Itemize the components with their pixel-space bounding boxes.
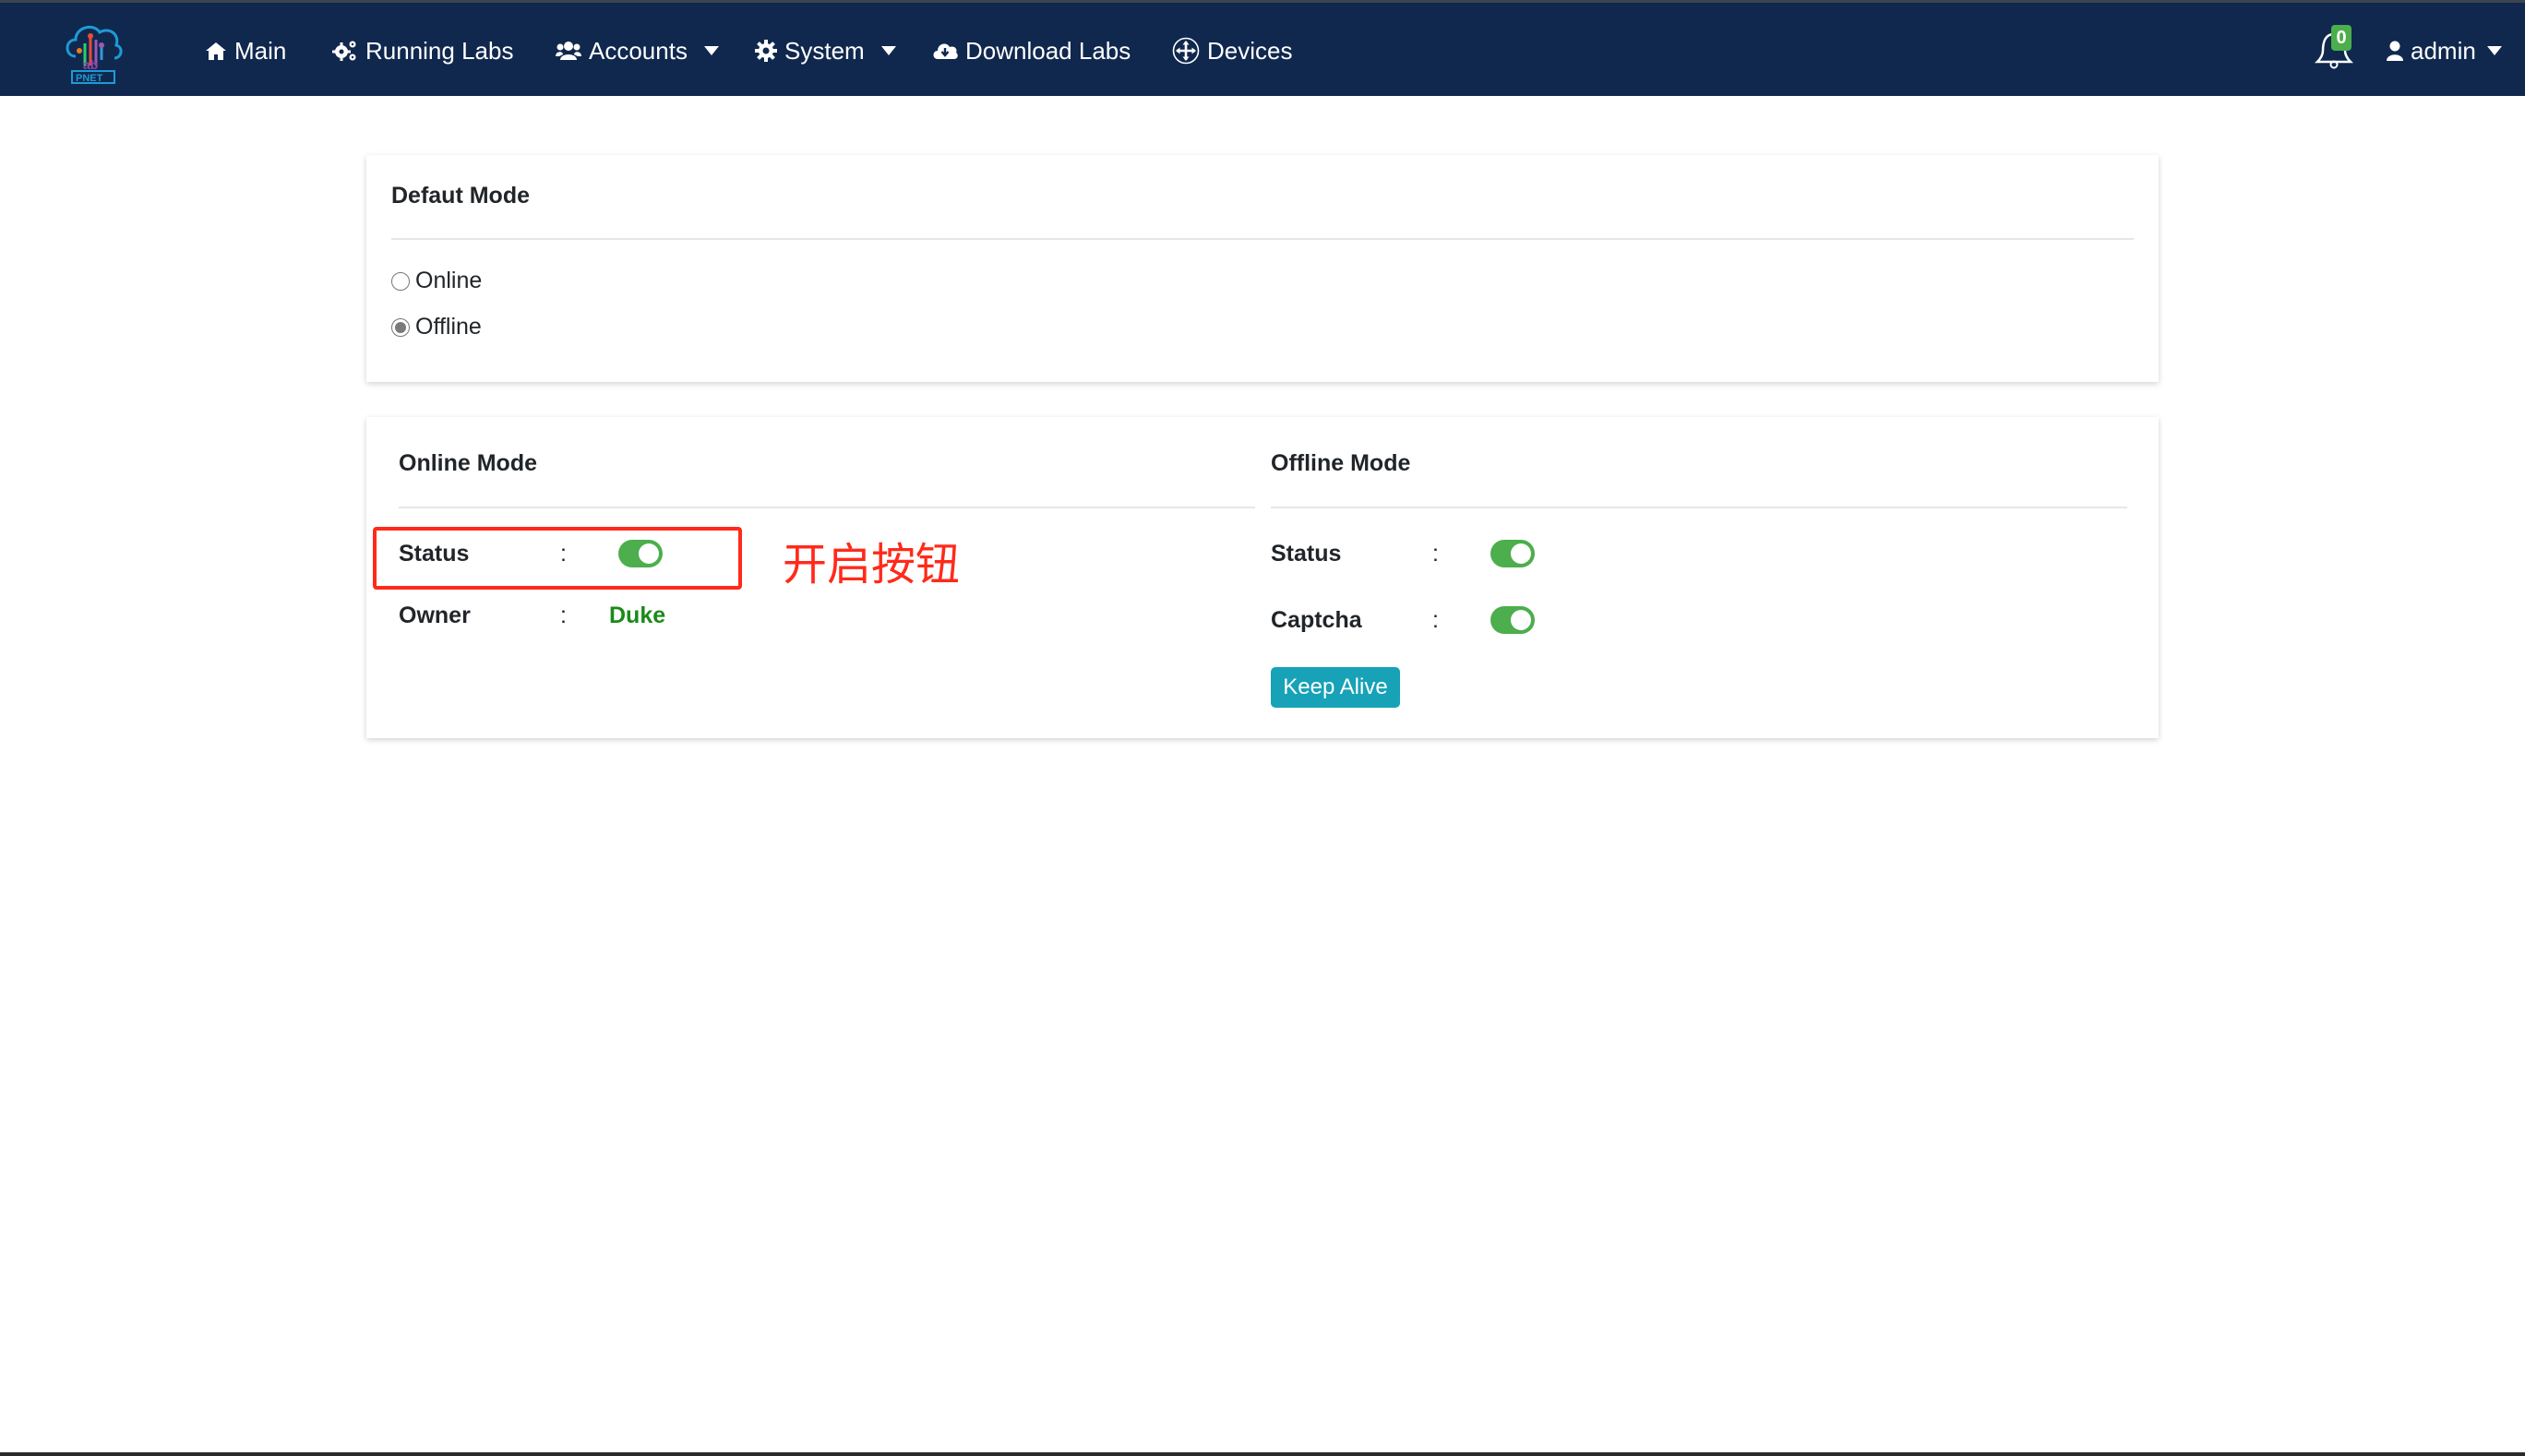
- radio-offline[interactable]: Offline: [391, 314, 482, 340]
- svg-text:ab: ab: [83, 57, 98, 72]
- nav-download-labs-label: Download Labs: [965, 36, 1131, 65]
- offline-status-toggle[interactable]: [1490, 540, 1535, 567]
- nav-devices[interactable]: Devices: [1172, 30, 1292, 71]
- chevron-down-icon: [2486, 46, 2502, 55]
- nav-system-label: System: [784, 36, 865, 65]
- chevron-down-icon: [703, 46, 719, 55]
- home-icon: [206, 42, 226, 60]
- cogs-icon: [332, 41, 356, 61]
- nav-system[interactable]: System: [755, 30, 896, 71]
- keep-alive-button[interactable]: Keep Alive: [1271, 667, 1400, 708]
- offline-status-label: Status: [1271, 541, 1342, 567]
- offline-mode-title: Offline Mode: [1271, 450, 1411, 476]
- notification-count-badge: 0: [2331, 25, 2351, 51]
- gear-icon: [755, 40, 777, 62]
- divider: [391, 238, 2134, 240]
- colon: :: [1432, 607, 1439, 633]
- user-menu-label: admin: [2411, 36, 2476, 65]
- nav-accounts-label: Accounts: [589, 36, 688, 65]
- owner-label: Owner: [399, 603, 471, 628]
- top-navbar: ab PNET Main Running Labs Accounts Syste…: [0, 0, 2525, 96]
- user-menu[interactable]: admin: [2387, 30, 2502, 71]
- divider: [1271, 507, 2127, 508]
- radio-offline-input[interactable]: [391, 317, 410, 337]
- nav-accounts[interactable]: Accounts: [556, 30, 719, 71]
- annotation-highlight-box: [373, 527, 742, 590]
- annotation-text: 开启按钮: [783, 539, 961, 591]
- nav-devices-label: Devices: [1207, 36, 1293, 65]
- bottom-border: [0, 1452, 2525, 1456]
- captcha-toggle[interactable]: [1490, 606, 1535, 634]
- default-mode-card: Defaut Mode Online Offline: [366, 155, 2159, 382]
- nav-main-label: Main: [234, 36, 287, 65]
- default-mode-title: Defaut Mode: [391, 183, 530, 209]
- colon: :: [1432, 541, 1439, 567]
- users-icon: [556, 42, 581, 60]
- svg-text:PNET: PNET: [76, 73, 103, 84]
- nav-main[interactable]: Main: [205, 30, 286, 71]
- captcha-label: Captcha: [1271, 607, 1362, 633]
- radio-online[interactable]: Online: [391, 268, 482, 294]
- arrows-move-icon: [1172, 37, 1200, 65]
- radio-offline-label: Offline: [415, 314, 482, 340]
- radio-online-input[interactable]: [391, 271, 410, 291]
- online-mode-title: Online Mode: [399, 450, 537, 476]
- nav-download-labs[interactable]: Download Labs: [932, 30, 1131, 71]
- cloud-download-icon: [933, 43, 958, 59]
- nav-running-labs-label: Running Labs: [365, 36, 514, 65]
- owner-value: Duke: [609, 603, 666, 628]
- colon: :: [560, 603, 567, 628]
- radio-online-label: Online: [415, 268, 483, 293]
- pnet-lab-logo[interactable]: ab PNET: [63, 19, 126, 84]
- user-icon: [2387, 41, 2403, 61]
- nav-running-labs[interactable]: Running Labs: [332, 30, 513, 71]
- chevron-down-icon: [880, 46, 896, 55]
- divider: [399, 507, 1255, 508]
